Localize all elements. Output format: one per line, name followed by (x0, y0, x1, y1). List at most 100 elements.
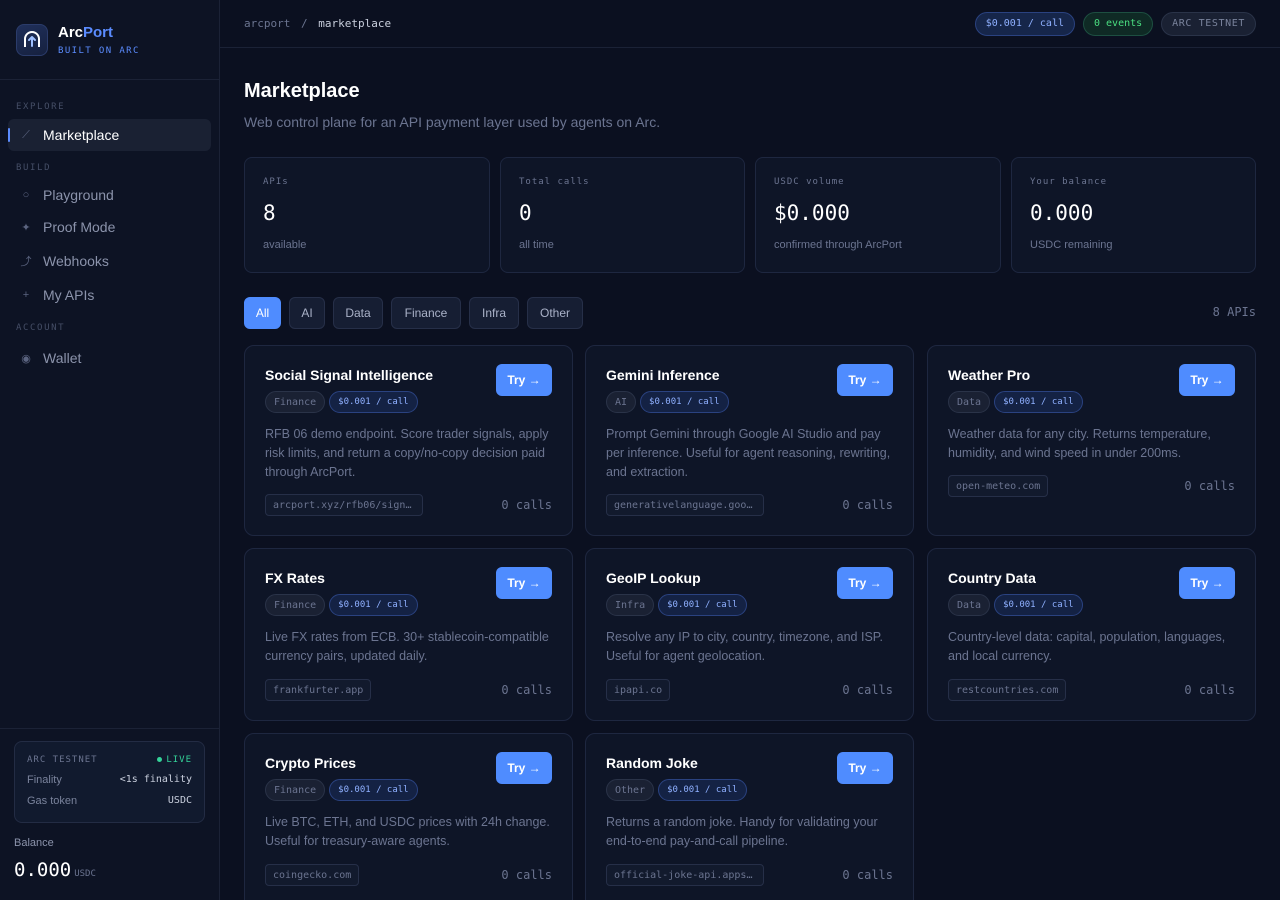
try-button[interactable]: Try → (1179, 567, 1235, 599)
stat-label: Your balance (1030, 177, 1108, 187)
api-description: Live BTC, ETH, and USDC prices with 24h … (265, 815, 550, 848)
api-card[interactable]: Gemini Inference Try → AI $0.001 / call … (585, 345, 914, 536)
api-card[interactable]: Weather Pro Try → Data $0.001 / call Wea… (927, 345, 1256, 536)
brand-name-prefix: Arc (58, 23, 84, 41)
api-domain: ipapi.co (606, 679, 671, 701)
sidebar-item-webhooks[interactable]: ⤴ Webhooks (8, 245, 211, 277)
api-domain-text: open-meteo.com (956, 480, 1041, 492)
stat-value: $0.000 (774, 201, 850, 225)
stat-card-apis: APIs 8 available (244, 157, 490, 273)
breadcrumb-current: marketplace (318, 17, 392, 30)
balance-unit: USDC (74, 869, 96, 879)
sidebar-item-marketplace[interactable]: ⟋ Marketplace (8, 119, 211, 151)
filter-all[interactable]: All (244, 297, 281, 329)
try-button[interactable]: Try → (496, 364, 552, 396)
filter-finance[interactable]: Finance (391, 297, 461, 329)
call-count: 0 calls (842, 683, 893, 697)
events-pill[interactable]: 0 events (1083, 11, 1154, 36)
api-card[interactable]: Country Data Try → Data $0.001 / call Co… (927, 548, 1256, 721)
api-description: Country-level data: capital, population,… (948, 630, 1226, 663)
try-button[interactable]: Try → (1179, 364, 1235, 396)
api-card[interactable]: Random Joke Try → Other $0.001 / call Re… (585, 733, 914, 900)
stat-subtext: confirmed through ArcPort (774, 239, 902, 251)
api-card[interactable]: Crypto Prices Try → Finance $0.001 / cal… (244, 733, 573, 900)
sidebar-item-label: Marketplace (43, 127, 120, 143)
api-domain: frankfurter.app (265, 679, 372, 701)
filter-data[interactable]: Data (333, 297, 383, 329)
breadcrumb-separator: / (300, 17, 308, 30)
stat-card-total-calls: Total calls 0 all time (500, 157, 745, 273)
api-domain: restcountries.com (948, 679, 1067, 701)
try-button[interactable]: Try → (837, 752, 893, 784)
try-button[interactable]: Try → (496, 567, 552, 599)
network-card: ARC TESTNET LIVE Finality <1s finality G… (14, 741, 205, 823)
api-description: Returns a random joke. Handy for validat… (606, 815, 878, 848)
arcport-logo-icon (16, 23, 48, 56)
api-description: Prompt Gemini through Google AI Studio a… (606, 427, 891, 479)
filter-infra[interactable]: Infra (469, 297, 519, 329)
stat-label: APIs (263, 177, 289, 187)
category-tag: Infra (606, 594, 655, 616)
api-domain-text: generativelanguage.googleapis.com (614, 499, 756, 511)
sidebar-item-wallet[interactable]: ◉ Wallet (8, 342, 211, 374)
stat-value: 8 (263, 201, 276, 225)
api-name: Random Joke (606, 755, 698, 771)
category-tag: Data (948, 594, 991, 616)
stat-subtext: USDC remaining (1030, 239, 1113, 251)
filter-other[interactable]: Other (527, 297, 583, 329)
sidebar-item-proof-mode[interactable]: ✦ Proof Mode (8, 211, 211, 243)
api-domain-text: official-joke-api.appspot.com (614, 869, 756, 881)
stat-subtext: available (263, 239, 307, 251)
nav-section-build: BUILD (16, 163, 52, 173)
breadcrumb-root[interactable]: arcport (244, 17, 290, 30)
price-tag: $0.001 / call (658, 779, 747, 801)
api-card[interactable]: FX Rates Try → Finance $0.001 / call Liv… (244, 548, 573, 721)
stat-card-usdc-volume: USDC volume $0.000 confirmed through Arc… (755, 157, 1001, 273)
call-count: 0 calls (842, 498, 893, 512)
sidebar-item-playground[interactable]: ○ Playground (8, 179, 211, 211)
call-count: 0 calls (1184, 479, 1235, 493)
gas-token-value: USDC (167, 795, 192, 806)
price-tag: $0.001 / call (329, 391, 418, 413)
try-button[interactable]: Try → (496, 752, 552, 784)
category-tag: AI (606, 391, 637, 413)
api-description: RFB 06 demo endpoint. Score trader signa… (265, 427, 549, 479)
api-card[interactable]: Social Signal Intelligence Try → Finance… (244, 345, 573, 536)
finality-label: Finality (27, 773, 62, 786)
sidebar-item-label: Webhooks (43, 253, 109, 269)
stat-label: Total calls (519, 177, 590, 187)
try-button[interactable]: Try → (837, 567, 893, 599)
rocket-icon: ⟋ (22, 128, 30, 141)
api-name: Gemini Inference (606, 367, 720, 383)
call-count: 0 calls (501, 868, 552, 882)
api-domain-text: ipapi.co (614, 684, 663, 696)
filter-ai[interactable]: AI (289, 297, 325, 329)
api-card[interactable]: GeoIP Lookup Try → Infra $0.001 / call R… (585, 548, 914, 721)
try-button[interactable]: Try → (837, 364, 893, 396)
stat-label: USDC volume (774, 177, 845, 187)
network-pill: ARC TESTNET (1161, 11, 1256, 36)
gas-token-label: Gas token (27, 794, 78, 807)
api-name: Crypto Prices (265, 755, 357, 771)
play-circle-icon: ○ (22, 189, 30, 201)
api-domain-text: arcport.xyz/rfb06/signals (273, 499, 415, 511)
sidebar-item-my-apis[interactable]: + My APIs (8, 279, 211, 311)
api-domain: official-joke-api.appspot.com (606, 864, 764, 886)
sidebar: ArcPort BUILT ON ARC EXPLORE ⟋ Marketpla… (0, 0, 220, 900)
api-description: Weather data for any city. Returns tempe… (948, 427, 1211, 460)
stat-value: 0.000 (1030, 201, 1094, 225)
call-count: 0 calls (501, 498, 552, 512)
wallet-icon: ◉ (21, 352, 31, 365)
live-status-text: LIVE (166, 754, 192, 765)
stat-subtext: all time (519, 239, 554, 251)
brand[interactable]: ArcPort BUILT ON ARC (0, 0, 219, 80)
finality-value: <1s finality (119, 774, 192, 785)
api-description: Resolve any IP to city, country, timezon… (606, 630, 883, 663)
api-name: Country Data (948, 570, 1036, 586)
api-name: Weather Pro (948, 367, 1031, 383)
price-tag: $0.001 / call (329, 779, 418, 801)
price-tag: $0.001 / call (994, 594, 1083, 616)
api-count: 8 APIs (1212, 305, 1256, 319)
api-domain-text: frankfurter.app (273, 684, 364, 696)
topbar: arcport / marketplace $0.001 / call 0 ev… (220, 0, 1280, 48)
